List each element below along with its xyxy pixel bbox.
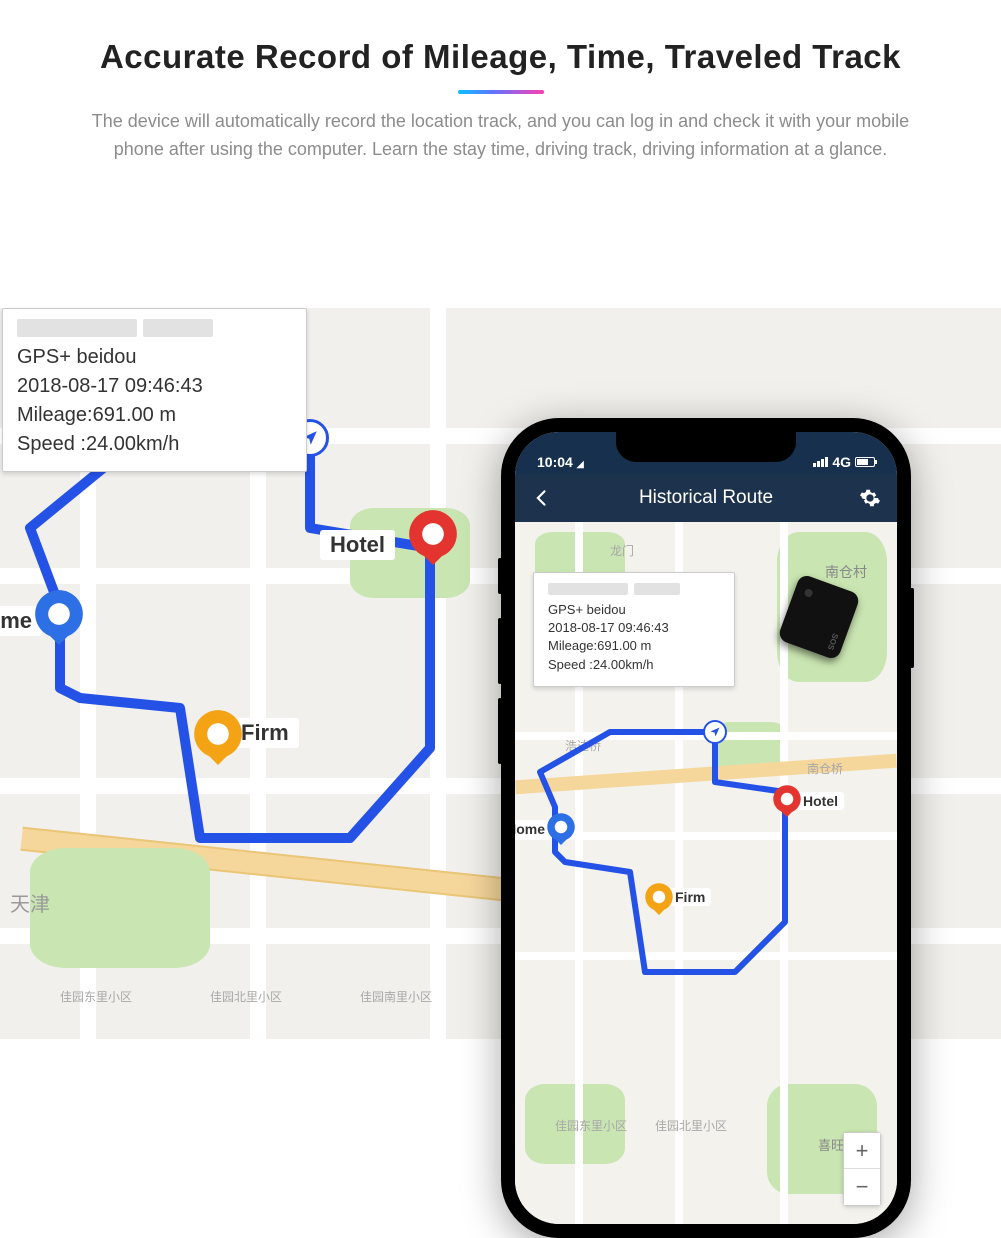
phone-mockup: 10:04 ◢ 4G Historical Route: [501, 418, 911, 1238]
settings-button[interactable]: [857, 485, 883, 511]
map-label: 佳园南里小区: [360, 988, 432, 1005]
page-description: The device will automatically record the…: [66, 108, 936, 164]
info-mileage: Mileage:691.00 m: [548, 637, 720, 655]
info-mileage: Mileage:691.00 m: [17, 401, 292, 430]
status-time: 10:04 ◢: [537, 454, 584, 470]
page-title: Accurate Record of Mileage, Time, Travel…: [0, 38, 1001, 76]
tracker-info-callout[interactable]: GPS+ beidou 2018-08-17 09:46:43 Mileage:…: [533, 572, 735, 687]
phone-map[interactable]: 龙门 南仓村 浩达桥 南仓桥 佳园东里小区 佳园北里小区 喜旺汇 Home Ho…: [515, 522, 897, 1224]
info-gps: GPS+ beidou: [17, 343, 292, 372]
pin-home[interactable]: Home: [537, 812, 585, 842]
map-label: 浩达桥: [565, 737, 601, 754]
info-timestamp: 2018-08-17 09:46:43: [548, 619, 720, 637]
status-network: 4G: [832, 454, 851, 470]
zoom-in-button[interactable]: +: [844, 1133, 880, 1169]
signal-icon: [813, 457, 828, 467]
info-speed: Speed :24.00km/h: [17, 430, 292, 459]
gps-device-image: [787, 582, 867, 662]
pin-home: Home: [16, 588, 102, 640]
map-label: 天津: [10, 888, 50, 917]
battery-icon: [855, 457, 875, 467]
map-label: 佳园东里小区: [555, 1117, 627, 1134]
zoom-out-button[interactable]: −: [844, 1169, 880, 1205]
phone-notch: [616, 432, 796, 462]
back-button[interactable]: [529, 485, 555, 511]
gradient-divider: [458, 90, 544, 94]
map-label: 佳园北里小区: [210, 988, 282, 1005]
navbar-title: Historical Route: [639, 487, 773, 509]
map-label: 南仓村: [825, 562, 867, 582]
map-zoom-controls: + −: [843, 1132, 881, 1206]
pin-hotel-label: Hotel: [320, 530, 395, 560]
tracker-info-callout: GPS+ beidou 2018-08-17 09:46:43 Mileage:…: [2, 308, 307, 472]
pin-hotel[interactable]: Hotel: [763, 784, 811, 814]
info-timestamp: 2018-08-17 09:46:43: [17, 372, 292, 401]
map-label: 佳园北里小区: [655, 1117, 727, 1134]
info-gps: GPS+ beidou: [548, 601, 720, 619]
pin-hotel: Hotel: [390, 508, 476, 560]
app-navbar: Historical Route: [515, 474, 897, 522]
pin-hotel-label: Hotel: [797, 792, 844, 810]
map-label: 南仓桥: [807, 760, 843, 777]
map-label: 龙门: [610, 542, 634, 559]
pin-firm-label: Firm: [669, 888, 711, 906]
navigation-cursor-icon: [703, 720, 727, 744]
info-speed: Speed :24.00km/h: [548, 656, 720, 674]
pin-firm: Firm: [175, 708, 261, 760]
map-label: 佳园东里小区: [60, 988, 132, 1005]
pin-firm[interactable]: Firm: [635, 882, 683, 912]
